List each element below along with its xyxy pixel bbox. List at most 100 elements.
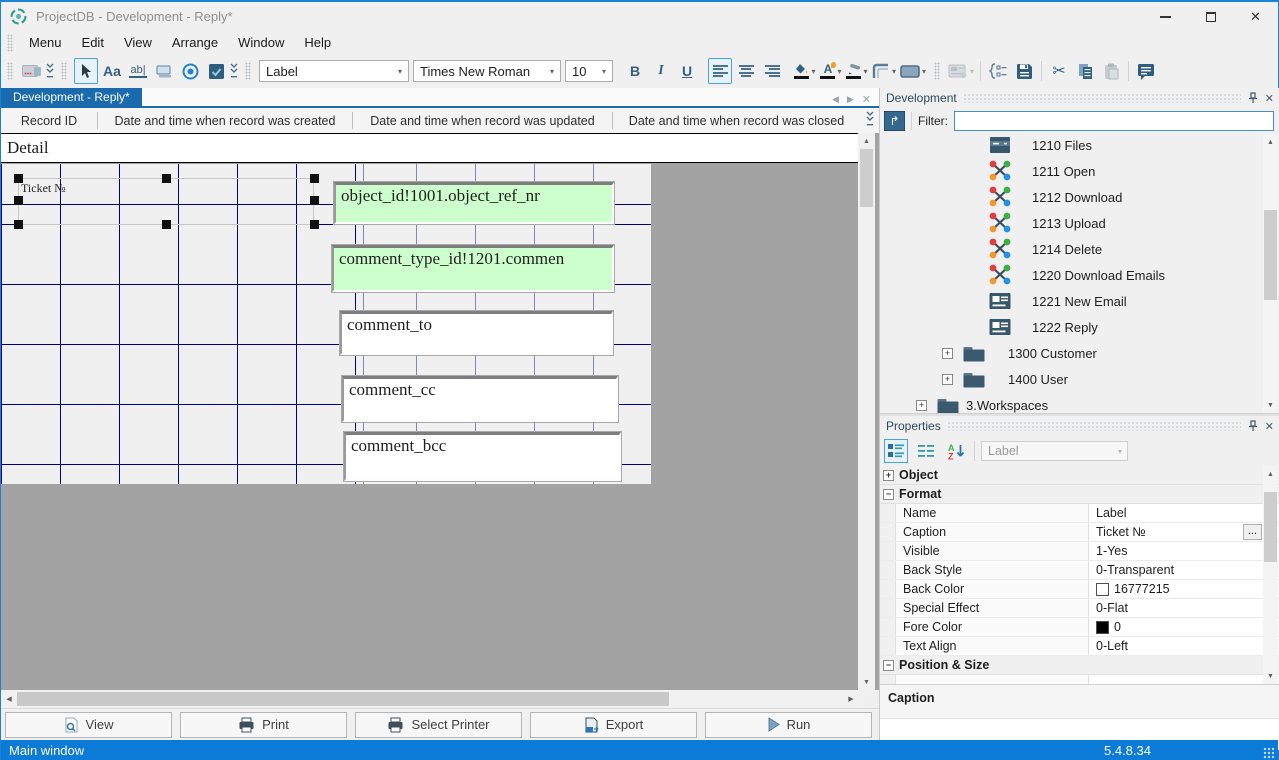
scroll-up-icon[interactable]: ▲ bbox=[1263, 466, 1278, 482]
label-tool-button[interactable]: Aa bbox=[100, 58, 124, 84]
toolbar-grip[interactable] bbox=[7, 62, 13, 80]
textbox-tool-button[interactable]: ab| bbox=[126, 58, 150, 84]
toolbar-grip-2[interactable] bbox=[61, 62, 67, 80]
select-printer-button[interactable]: Select Printer bbox=[355, 712, 522, 738]
border-style-button[interactable]: ▾ bbox=[871, 58, 897, 84]
scroll-thumb[interactable] bbox=[17, 692, 669, 706]
collapse-minus-icon[interactable]: − bbox=[883, 660, 894, 671]
cut-button[interactable]: ✂ bbox=[1047, 58, 1071, 84]
align-right-button[interactable] bbox=[760, 58, 784, 84]
insert-image-button[interactable] bbox=[20, 58, 44, 84]
tab-scroll-left-icon[interactable]: ◀ bbox=[832, 94, 839, 105]
object-selector-combobox-disabled[interactable]: Label ▾ bbox=[981, 441, 1128, 461]
font-name-combobox[interactable]: Times New Roman ▾ bbox=[413, 60, 561, 82]
tree-item-1221-new-email[interactable]: 1221 New Email bbox=[880, 288, 1279, 314]
scroll-up-icon[interactable]: ▲ bbox=[858, 133, 875, 149]
resize-grip[interactable] bbox=[1263, 747, 1275, 759]
scroll-thumb[interactable] bbox=[1264, 492, 1277, 562]
scroll-right-icon[interactable]: ▶ bbox=[843, 691, 859, 707]
selection-handle[interactable] bbox=[162, 220, 171, 229]
export-button[interactable]: Export bbox=[530, 712, 697, 738]
detail-band-header[interactable]: Detail bbox=[1, 133, 859, 163]
scroll-thumb[interactable] bbox=[1264, 210, 1277, 300]
selection-handle[interactable] bbox=[310, 174, 319, 183]
tab-close-icon[interactable]: ✕ bbox=[862, 93, 871, 106]
prop-row-back-color[interactable]: Back Color 16777215 bbox=[880, 580, 1279, 599]
close-button[interactable]: ✕ bbox=[1233, 2, 1278, 31]
scroll-left-icon[interactable]: ◀ bbox=[1, 691, 17, 707]
outline-list-button[interactable] bbox=[986, 58, 1010, 84]
prop-row-text-align[interactable]: Text Align 0-Left bbox=[880, 637, 1279, 656]
property-grid-scrollbar[interactable]: ▲ ▼ bbox=[1263, 466, 1278, 684]
selection-handle[interactable] bbox=[310, 196, 319, 205]
selection-handle[interactable] bbox=[14, 196, 23, 205]
align-left-button[interactable] bbox=[708, 58, 732, 84]
selection-handle[interactable] bbox=[310, 220, 319, 229]
scroll-down-icon[interactable]: ▼ bbox=[1263, 397, 1278, 413]
tree-item-1213-upload[interactable]: 1213 Upload bbox=[880, 210, 1279, 236]
rectangle-tool-button[interactable]: ▾ bbox=[899, 58, 927, 84]
pin-icon[interactable] bbox=[1247, 420, 1259, 432]
panel-close-icon[interactable]: ✕ bbox=[1265, 420, 1274, 433]
alphabetical-view-button[interactable] bbox=[914, 439, 938, 463]
menu-arrange[interactable]: Arrange bbox=[162, 32, 228, 53]
column-closed[interactable]: Date and time when record was closed bbox=[613, 112, 860, 130]
prop-row-visible[interactable]: Visible 1-Yes bbox=[880, 542, 1279, 561]
group-overflow-icon[interactable] bbox=[45, 62, 55, 80]
selection-handle[interactable] bbox=[162, 174, 171, 183]
field-comment-type[interactable]: comment_type_id!1201.commen bbox=[332, 245, 614, 292]
prop-row-back-style[interactable]: Back Style 0-Transparent bbox=[880, 561, 1279, 580]
menu-edit[interactable]: Edit bbox=[72, 32, 114, 53]
menubar-grip[interactable] bbox=[7, 34, 13, 52]
prop-row-special-effect[interactable]: Special Effect 0-Flat bbox=[880, 599, 1279, 618]
prop-row-name[interactable]: Name Label bbox=[880, 504, 1279, 523]
selection-handle[interactable] bbox=[14, 220, 23, 229]
menu-window[interactable]: Window bbox=[228, 32, 294, 53]
tree-item-1210-files[interactable]: 1210 Files bbox=[880, 134, 1279, 158]
object-type-combobox[interactable]: Label ▾ bbox=[259, 60, 409, 82]
button-tool-button[interactable] bbox=[152, 58, 176, 84]
tree-item-1214-delete[interactable]: 1214 Delete bbox=[880, 236, 1279, 262]
tree-item-1211-open[interactable]: 1211 Open bbox=[880, 158, 1279, 184]
radio-tool-button[interactable] bbox=[178, 58, 202, 84]
tree-item-1400-user[interactable]: + 1400 User bbox=[880, 366, 1279, 392]
pen-color-button[interactable]: ▾ bbox=[845, 58, 869, 84]
group-overflow-icon-2[interactable] bbox=[229, 62, 239, 80]
menu-help[interactable]: Help bbox=[294, 32, 341, 53]
underline-button[interactable]: U bbox=[675, 58, 699, 84]
pin-icon[interactable] bbox=[1247, 92, 1259, 104]
expand-plus-icon[interactable]: + bbox=[916, 400, 927, 411]
scroll-down-icon[interactable]: ▼ bbox=[1263, 668, 1278, 684]
column-updated[interactable]: Date and time when record was updated bbox=[353, 112, 613, 130]
italic-button[interactable]: I bbox=[649, 58, 673, 84]
columns-overflow-icon[interactable] bbox=[865, 110, 875, 128]
ticket-label[interactable]: Ticket № bbox=[21, 181, 66, 196]
font-color-button[interactable]: A ▾ bbox=[819, 58, 843, 84]
maximize-button[interactable] bbox=[1188, 2, 1233, 31]
field-comment-cc[interactable]: comment_cc bbox=[342, 376, 618, 422]
sort-az-button[interactable]: A Z bbox=[944, 439, 968, 463]
prop-group-format[interactable]: − Format bbox=[880, 485, 1279, 504]
field-comment-bcc[interactable]: comment_bcc bbox=[344, 432, 621, 481]
expand-plus-icon[interactable]: + bbox=[942, 348, 953, 359]
menu-view[interactable]: View bbox=[114, 32, 162, 53]
tree-item-1300-customer[interactable]: + 1300 Customer bbox=[880, 340, 1279, 366]
prop-group-position-size[interactable]: − Position & Size bbox=[880, 656, 1279, 675]
form-button-disabled[interactable]: ▾ bbox=[947, 58, 975, 84]
tree-scrollbar[interactable]: ▲ ▼ bbox=[1263, 134, 1278, 413]
tree-item-workspaces[interactable]: + 3.Workspaces bbox=[880, 392, 1279, 413]
panel-close-icon[interactable]: ✕ bbox=[1265, 92, 1274, 105]
checkbox-tool-button[interactable] bbox=[204, 58, 228, 84]
design-horizontal-scrollbar[interactable]: ◀ ▶ bbox=[1, 690, 859, 708]
comments-button[interactable] bbox=[1134, 58, 1158, 84]
print-button[interactable]: Print bbox=[180, 712, 347, 738]
apply-filter-button[interactable]: ↱ bbox=[884, 111, 905, 131]
select-tool-button[interactable] bbox=[74, 58, 98, 84]
collapse-minus-icon[interactable]: − bbox=[883, 489, 894, 500]
toolbar-grip-4[interactable] bbox=[934, 62, 940, 80]
fill-color-button[interactable]: ▾ bbox=[793, 58, 817, 84]
tree-item-1220-download-emails[interactable]: 1220 Download Emails bbox=[880, 262, 1279, 288]
menu-menu[interactable]: Menu bbox=[19, 32, 72, 53]
align-center-button[interactable] bbox=[734, 58, 758, 84]
bold-button[interactable]: B bbox=[623, 58, 647, 84]
